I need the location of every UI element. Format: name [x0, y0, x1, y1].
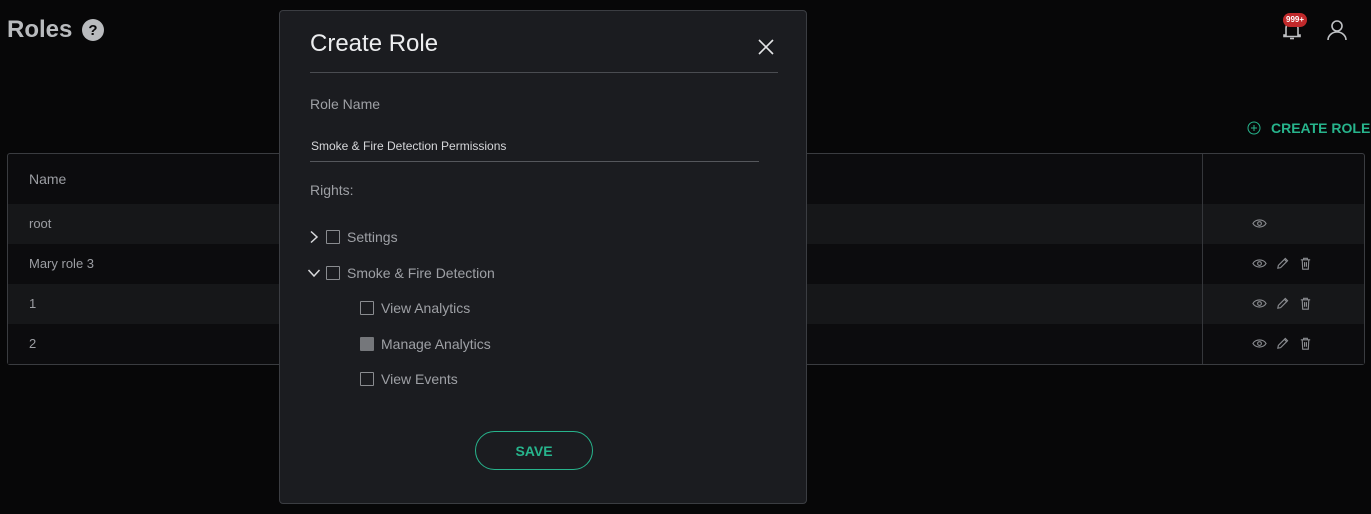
- help-icon[interactable]: ?: [82, 19, 104, 41]
- eye-icon[interactable]: [1252, 256, 1267, 271]
- right-settings: Settings: [307, 229, 398, 245]
- modal-title: Create Role: [310, 30, 439, 57]
- trash-icon[interactable]: [1298, 296, 1313, 311]
- role-name-cell: 2: [29, 336, 37, 351]
- right-view-analytics: View Analytics: [360, 300, 470, 316]
- chevron-down-icon[interactable]: [307, 266, 321, 280]
- right-view-events: View Events: [360, 371, 458, 387]
- row-actions: [1252, 256, 1313, 271]
- divider: [310, 72, 778, 73]
- right-label: View Analytics: [381, 300, 471, 316]
- eye-icon[interactable]: [1252, 216, 1267, 231]
- create-role-button[interactable]: CREATE ROLE: [1247, 120, 1370, 136]
- pencil-icon[interactable]: [1275, 336, 1290, 351]
- eye-icon[interactable]: [1252, 296, 1267, 311]
- role-name-cell: Mary role 3: [29, 256, 95, 271]
- right-label: Manage Analytics: [381, 336, 491, 352]
- chevron-right-icon[interactable]: [307, 230, 321, 244]
- create-role-modal: Create Role Role Name Rights: Settings S…: [279, 10, 807, 504]
- save-button[interactable]: SAVE: [475, 431, 593, 470]
- row-actions: [1252, 336, 1313, 351]
- role-name-cell: 1: [29, 296, 37, 311]
- column-header-name: Name: [29, 171, 67, 187]
- role-name-label: Role Name: [310, 96, 381, 112]
- checkbox-settings[interactable]: [326, 230, 340, 244]
- row-actions: [1252, 296, 1313, 311]
- checkbox-manage-analytics[interactable]: [360, 337, 374, 351]
- pencil-icon[interactable]: [1275, 256, 1290, 271]
- pencil-icon[interactable]: [1275, 296, 1290, 311]
- right-label: View Events: [381, 371, 458, 387]
- trash-icon[interactable]: [1298, 336, 1313, 351]
- column-divider: [1202, 154, 1203, 364]
- role-name-cell: root: [29, 216, 52, 231]
- eye-icon[interactable]: [1252, 336, 1267, 351]
- plus-circle-icon: [1247, 121, 1261, 135]
- rights-label: Rights:: [310, 182, 354, 198]
- right-label: Settings: [347, 229, 398, 245]
- row-actions: [1252, 216, 1267, 231]
- svg-text:?: ?: [88, 22, 97, 39]
- right-label: Smoke & Fire Detection: [347, 265, 495, 281]
- right-smoke-fire-detection: Smoke & Fire Detection: [307, 265, 495, 281]
- close-icon[interactable]: [757, 38, 775, 56]
- trash-icon[interactable]: [1298, 256, 1313, 271]
- checkbox-view-analytics[interactable]: [360, 301, 374, 315]
- role-name-input[interactable]: [310, 131, 759, 162]
- user-icon[interactable]: [1325, 18, 1349, 42]
- notification-badge: 999+: [1283, 13, 1308, 27]
- checkbox-view-events[interactable]: [360, 372, 374, 386]
- create-role-label: CREATE ROLE: [1271, 120, 1371, 136]
- page-title: Roles: [7, 16, 73, 43]
- right-manage-analytics: Manage Analytics: [360, 336, 491, 352]
- checkbox-smoke-fire-detection[interactable]: [326, 266, 340, 280]
